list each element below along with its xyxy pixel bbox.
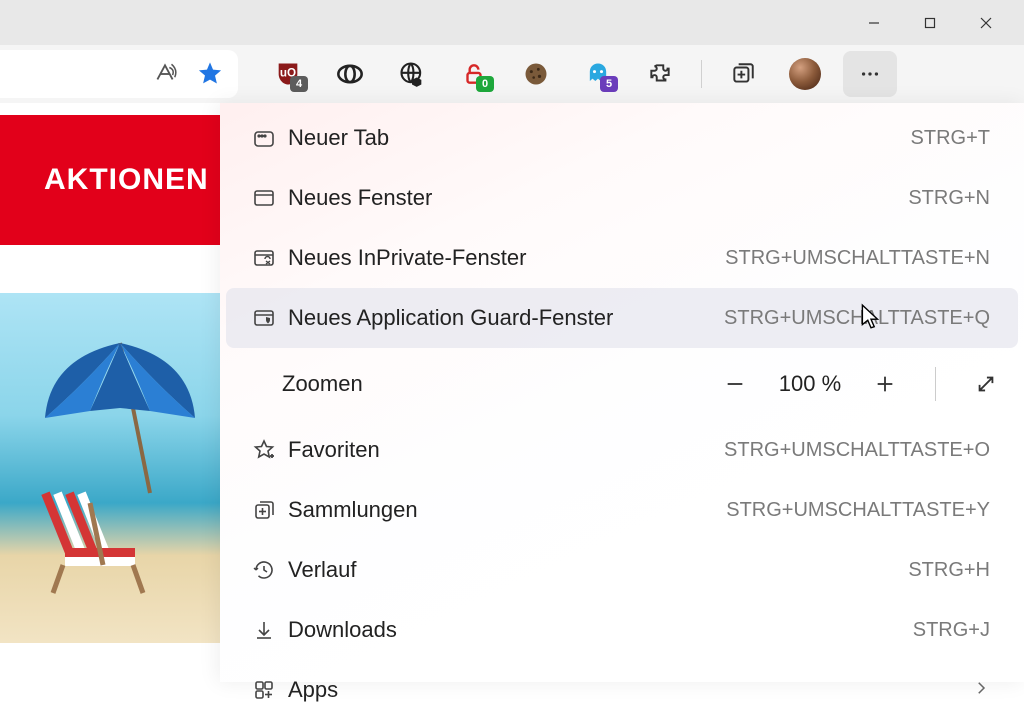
menu-label: Downloads [284,617,913,643]
lock-red-icon[interactable]: 0 [450,50,498,98]
menu-zoom-row: Zoomen 100 % [220,348,1024,420]
favorites-icon [244,438,284,462]
appguard-icon [244,306,284,330]
zoom-out-button[interactable] [717,366,753,402]
menu-downloads[interactable]: Downloads STRG+J [226,600,1018,660]
menu-shortcut: STRG+UMSCHALTTASTE+Q [724,307,990,330]
extensions-puzzle-icon[interactable] [636,50,684,98]
menu-new-window[interactable]: Neues Fenster STRG+N [226,168,1018,228]
extensions-row: uO 4 0 5 [264,50,1024,98]
content-area: AKTIONEN Check K24 urlaub edia odo [0,103,1024,682]
more-menu-button[interactable] [843,51,897,97]
new-window-icon [244,186,284,210]
menu-label: Apps [284,677,972,703]
menu-inprivate[interactable]: Neues InPrivate-Fenster STRG+UMSCHALTTAS… [226,228,1018,288]
beach-image [0,293,220,643]
menu-shortcut: STRG+UMSCHALTTASTE+Y [726,499,990,522]
menu-shortcut: STRG+J [913,619,990,642]
minimize-button[interactable] [851,0,897,45]
menu-shortcut: STRG+UMSCHALTTASTE+O [724,439,990,462]
download-icon [244,618,284,642]
zoom-value: 100 % [775,371,845,397]
zoom-in-button[interactable] [867,366,903,402]
menu-label: Verlauf [284,557,908,583]
collections-menu-icon [244,498,284,522]
menu-apps[interactable]: Apps [226,660,1018,720]
toolbar-separator [701,60,702,88]
browser-toolbar: uO 4 0 5 [0,45,1024,103]
collections-icon[interactable] [719,50,767,98]
zoom-separator [935,367,936,401]
privacy-globe-icon[interactable] [388,50,436,98]
close-button[interactable] [963,0,1009,45]
page-background: AKTIONEN Check K24 urlaub edia odo [0,103,220,682]
menu-label: Favoriten [284,437,724,463]
menu-appguard[interactable]: Neues Application Guard-Fenster STRG+UMS… [226,288,1018,348]
cookie-icon[interactable] [512,50,560,98]
settings-menu: Neuer Tab STRG+T Neues Fenster STRG+N Ne… [220,103,1024,682]
history-icon [244,558,284,582]
menu-label: Sammlungen [284,497,726,523]
zoom-label: Zoomen [282,371,717,397]
chair-graphic [35,473,165,603]
banner-text: AKTIONEN [44,163,209,197]
menu-shortcut: STRG+H [908,559,990,582]
ghostery-icon[interactable]: 5 [574,50,622,98]
promo-banner: AKTIONEN [0,115,220,245]
address-bar-section [0,50,238,98]
menu-shortcut: STRG+T [911,127,990,150]
ublock-badge: 4 [290,76,308,92]
menu-collections[interactable]: Sammlungen STRG+UMSCHALTTASTE+Y [226,480,1018,540]
menu-shortcut: STRG+UMSCHALTTASTE+N [725,247,990,270]
profile-avatar[interactable] [781,50,829,98]
menu-label: Neuer Tab [284,125,911,151]
menu-shortcut: STRG+N [908,187,990,210]
menu-favorites[interactable]: Favoriten STRG+UMSCHALTTASTE+O [226,420,1018,480]
ghostery-badge: 5 [600,76,618,92]
fullscreen-button[interactable] [968,366,1004,402]
lock-badge: 0 [476,76,494,92]
ublock-icon[interactable]: uO 4 [264,50,312,98]
maximize-button[interactable] [907,0,953,45]
new-tab-icon [244,126,284,150]
read-aloud-icon[interactable] [152,61,178,87]
menu-history[interactable]: Verlauf STRG+H [226,540,1018,600]
link-check-icon[interactable] [326,50,374,98]
inprivate-icon [244,246,284,270]
menu-label: Neues Fenster [284,185,908,211]
menu-label: Neues Application Guard-Fenster [284,305,724,331]
menu-new-tab[interactable]: Neuer Tab STRG+T [226,108,1018,168]
menu-label: Neues InPrivate-Fenster [284,245,725,271]
favorite-star-icon[interactable] [196,60,224,88]
window-titlebar [0,0,1024,45]
